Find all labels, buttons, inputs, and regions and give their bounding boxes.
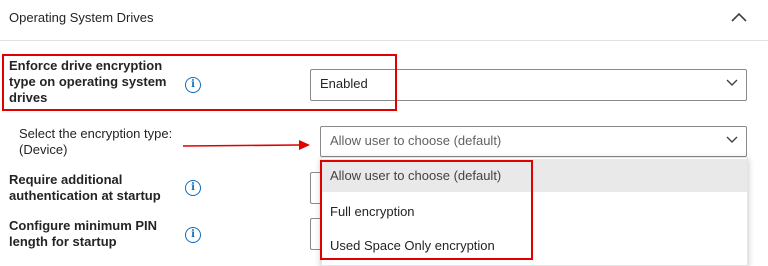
- section-divider: [0, 40, 768, 41]
- encryption-type-select[interactable]: Allow user to choose (default): [320, 126, 747, 157]
- encryption-type-label-line1: Select the encryption type:: [19, 126, 173, 141]
- min-pin-label-line1: Configure minimum PIN: [9, 218, 158, 233]
- additional-auth-label-line2: authentication at startup: [9, 188, 161, 203]
- additional-auth-label: Require additional authentication at sta…: [9, 172, 189, 204]
- encryption-type-label-line2: (Device): [19, 142, 68, 157]
- chevron-up-icon[interactable]: [730, 10, 748, 24]
- min-pin-label-line2: length for startup: [9, 234, 117, 249]
- chevron-down-icon: [726, 136, 738, 143]
- encryption-type-value: Allow user to choose (default): [330, 133, 502, 148]
- highlight-box-options: [320, 160, 533, 260]
- chevron-down-icon: [726, 79, 738, 86]
- highlight-box-enforce: [2, 54, 397, 111]
- section-title: Operating System Drives: [9, 10, 154, 25]
- additional-auth-label-line1: Require additional: [9, 172, 123, 187]
- min-pin-label: Configure minimum PIN length for startup: [9, 218, 189, 250]
- info-icon[interactable]: i: [185, 227, 201, 243]
- encryption-type-label: Select the encryption type: (Device): [19, 126, 209, 158]
- info-icon[interactable]: i: [185, 180, 201, 196]
- annotation-arrow: [183, 140, 310, 150]
